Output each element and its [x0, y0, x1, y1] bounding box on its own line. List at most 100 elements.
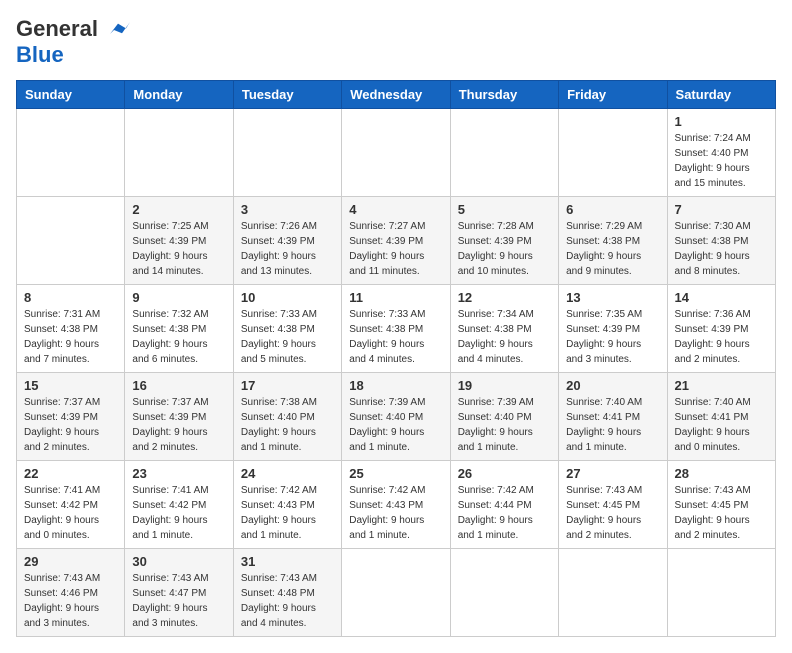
calendar-week-row: 15Sunrise: 7:37 AMSunset: 4:39 PMDayligh… — [17, 373, 776, 461]
day-info: Sunrise: 7:43 AMSunset: 4:47 PMDaylight:… — [132, 571, 225, 631]
empty-cell — [17, 197, 125, 285]
day-number: 2 — [132, 202, 225, 217]
empty-cell — [450, 549, 558, 637]
calendar-day-8: 8 Sunrise: 7:31 AMSunset: 4:38 PMDaylight… — [17, 285, 125, 373]
day-info: Sunrise: 7:27 AMSunset: 4:39 PMDaylight:… — [349, 219, 442, 279]
day-number: 15 — [24, 378, 117, 393]
day-number: 29 — [24, 554, 117, 569]
day-info: Sunrise: 7:42 AMSunset: 4:43 PMDaylight:… — [241, 483, 334, 543]
calendar-day-19: 19 Sunrise: 7:39 AMSunset: 4:40 PMDayligh… — [450, 373, 558, 461]
empty-cell — [450, 109, 558, 197]
day-info: Sunrise: 7:33 AMSunset: 4:38 PMDaylight:… — [241, 307, 334, 367]
calendar-day-16: 16Sunrise: 7:37 AMSunset: 4:39 PMDayligh… — [125, 373, 233, 461]
calendar-day-21: 21Sunrise: 7:40 AMSunset: 4:41 PMDayligh… — [667, 373, 775, 461]
day-number: 26 — [458, 466, 551, 481]
day-info: Sunrise: 7:33 AMSunset: 4:38 PMDaylight:… — [349, 307, 442, 367]
day-info: Sunrise: 7:43 AMSunset: 4:46 PMDaylight:… — [24, 571, 117, 631]
day-number: 11 — [349, 290, 442, 305]
day-number: 30 — [132, 554, 225, 569]
day-number: 19 — [458, 378, 551, 393]
day-number: 1 — [675, 114, 768, 129]
logo: General Blue — [16, 16, 130, 68]
calendar-day-15: 15Sunrise: 7:37 AMSunset: 4:39 PMDayligh… — [17, 373, 125, 461]
day-info: Sunrise: 7:34 AMSunset: 4:38 PMDaylight:… — [458, 307, 551, 367]
day-info: Sunrise: 7:38 AMSunset: 4:40 PMDaylight:… — [241, 395, 334, 455]
day-number: 24 — [241, 466, 334, 481]
day-info: Sunrise: 7:36 AMSunset: 4:39 PMDaylight:… — [675, 307, 768, 367]
day-number: 21 — [675, 378, 768, 393]
calendar-header-row: SundayMondayTuesdayWednesdayThursdayFrid… — [17, 81, 776, 109]
day-info: Sunrise: 7:41 AMSunset: 4:42 PMDaylight:… — [132, 483, 225, 543]
day-number: 6 — [566, 202, 659, 217]
calendar-day-10: 10 Sunrise: 7:33 AMSunset: 4:38 PMDayligh… — [233, 285, 341, 373]
calendar-week-row: 8 Sunrise: 7:31 AMSunset: 4:38 PMDaylight… — [17, 285, 776, 373]
column-header-saturday: Saturday — [667, 81, 775, 109]
calendar-week-row: 2Sunrise: 7:25 AMSunset: 4:39 PMDaylight… — [17, 197, 776, 285]
day-number: 16 — [132, 378, 225, 393]
column-header-sunday: Sunday — [17, 81, 125, 109]
empty-cell — [342, 109, 450, 197]
calendar-day-22: 22 Sunrise: 7:41 AMSunset: 4:42 PMDayligh… — [17, 461, 125, 549]
day-info: Sunrise: 7:30 AMSunset: 4:38 PMDaylight:… — [675, 219, 768, 279]
day-number: 14 — [675, 290, 768, 305]
calendar-day-13: 13 Sunrise: 7:35 AMSunset: 4:39 PMDayligh… — [559, 285, 667, 373]
day-number: 10 — [241, 290, 334, 305]
empty-cell — [125, 109, 233, 197]
column-header-thursday: Thursday — [450, 81, 558, 109]
calendar-week-row: 29 Sunrise: 7:43 AMSunset: 4:46 PMDayligh… — [17, 549, 776, 637]
day-info: Sunrise: 7:43 AMSunset: 4:48 PMDaylight:… — [241, 571, 334, 631]
empty-cell — [233, 109, 341, 197]
calendar-day-30: 30 Sunrise: 7:43 AMSunset: 4:47 PMDayligh… — [125, 549, 233, 637]
calendar-day-24: 24 Sunrise: 7:42 AMSunset: 4:43 PMDayligh… — [233, 461, 341, 549]
day-info: Sunrise: 7:39 AMSunset: 4:40 PMDaylight:… — [349, 395, 442, 455]
calendar-day-1: 1 Sunrise: 7:24 AMSunset: 4:40 PMDaylight… — [667, 109, 775, 197]
day-number: 12 — [458, 290, 551, 305]
day-info: Sunrise: 7:24 AMSunset: 4:40 PMDaylight:… — [675, 131, 768, 191]
empty-cell — [559, 109, 667, 197]
logo-blue: Blue — [16, 42, 64, 68]
day-number: 27 — [566, 466, 659, 481]
calendar-day-14: 14 Sunrise: 7:36 AMSunset: 4:39 PMDayligh… — [667, 285, 775, 373]
empty-cell — [667, 549, 775, 637]
calendar-day-2: 2Sunrise: 7:25 AMSunset: 4:39 PMDaylight… — [125, 197, 233, 285]
day-number: 23 — [132, 466, 225, 481]
calendar-day-28: 28 Sunrise: 7:43 AMSunset: 4:45 PMDayligh… — [667, 461, 775, 549]
day-info: Sunrise: 7:43 AMSunset: 4:45 PMDaylight:… — [566, 483, 659, 543]
calendar-day-4: 4 Sunrise: 7:27 AMSunset: 4:39 PMDaylight… — [342, 197, 450, 285]
day-number: 8 — [24, 290, 117, 305]
day-number: 25 — [349, 466, 442, 481]
empty-cell — [342, 549, 450, 637]
day-info: Sunrise: 7:41 AMSunset: 4:42 PMDaylight:… — [24, 483, 117, 543]
day-info: Sunrise: 7:39 AMSunset: 4:40 PMDaylight:… — [458, 395, 551, 455]
day-info: Sunrise: 7:32 AMSunset: 4:38 PMDaylight:… — [132, 307, 225, 367]
day-number: 4 — [349, 202, 442, 217]
day-info: Sunrise: 7:43 AMSunset: 4:45 PMDaylight:… — [675, 483, 768, 543]
calendar-day-20: 20 Sunrise: 7:40 AMSunset: 4:41 PMDayligh… — [559, 373, 667, 461]
day-number: 22 — [24, 466, 117, 481]
day-info: Sunrise: 7:42 AMSunset: 4:44 PMDaylight:… — [458, 483, 551, 543]
column-header-tuesday: Tuesday — [233, 81, 341, 109]
day-number: 13 — [566, 290, 659, 305]
day-number: 3 — [241, 202, 334, 217]
calendar-day-26: 26 Sunrise: 7:42 AMSunset: 4:44 PMDayligh… — [450, 461, 558, 549]
day-number: 28 — [675, 466, 768, 481]
day-number: 17 — [241, 378, 334, 393]
calendar-day-18: 18Sunrise: 7:39 AMSunset: 4:40 PMDayligh… — [342, 373, 450, 461]
empty-cell — [559, 549, 667, 637]
day-number: 20 — [566, 378, 659, 393]
day-info: Sunrise: 7:31 AMSunset: 4:38 PMDaylight:… — [24, 307, 117, 367]
calendar-day-31: 31 Sunrise: 7:43 AMSunset: 4:48 PMDayligh… — [233, 549, 341, 637]
column-header-wednesday: Wednesday — [342, 81, 450, 109]
calendar-day-9: 9Sunrise: 7:32 AMSunset: 4:38 PMDaylight… — [125, 285, 233, 373]
day-info: Sunrise: 7:42 AMSunset: 4:43 PMDaylight:… — [349, 483, 442, 543]
day-number: 31 — [241, 554, 334, 569]
day-info: Sunrise: 7:35 AMSunset: 4:39 PMDaylight:… — [566, 307, 659, 367]
column-header-friday: Friday — [559, 81, 667, 109]
day-number: 7 — [675, 202, 768, 217]
day-info: Sunrise: 7:26 AMSunset: 4:39 PMDaylight:… — [241, 219, 334, 279]
calendar-day-6: 6 Sunrise: 7:29 AMSunset: 4:38 PMDaylight… — [559, 197, 667, 285]
calendar-day-23: 23 Sunrise: 7:41 AMSunset: 4:42 PMDayligh… — [125, 461, 233, 549]
day-info: Sunrise: 7:40 AMSunset: 4:41 PMDaylight:… — [566, 395, 659, 455]
day-info: Sunrise: 7:29 AMSunset: 4:38 PMDaylight:… — [566, 219, 659, 279]
calendar-week-row: 1 Sunrise: 7:24 AMSunset: 4:40 PMDaylight… — [17, 109, 776, 197]
